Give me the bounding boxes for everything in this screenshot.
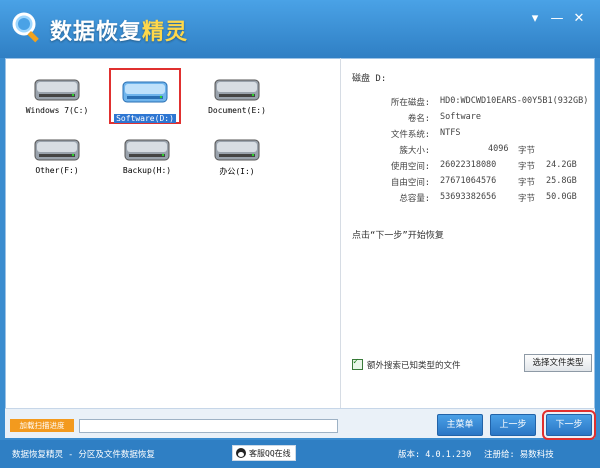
recovery-hint: 点击“下一步”开始恢复 [352,231,444,241]
info-value: 4096 [488,144,509,154]
info-unit: 字节 [518,146,536,156]
info-key: 文件系统: [390,130,430,140]
title-bar: 数据恢复精灵 ▾ — ✕ [0,0,600,58]
next-button[interactable]: 下一步 [542,410,596,440]
drive-list: Windows 7(C:) Software(D:) Document(E:) [5,58,335,408]
panel-divider [340,58,341,408]
info-unit: 字节 [518,162,536,172]
disk-title: 磁盘 D: [352,74,387,84]
minimize-button[interactable]: — [547,10,567,28]
drive-f[interactable]: Other(F:) [17,128,97,184]
scan-progress-bar [79,419,338,433]
info-key: 使用空间: [390,162,430,172]
info-unit: 字节 [518,194,536,204]
drive-label: Software(D:) [114,114,176,123]
app-title: 数据恢复精灵 [50,14,188,46]
info-key: 簇大小: [399,146,430,156]
info-value: NTFS [440,128,461,138]
drive-label: Windows 7(C:) [25,106,89,115]
hard-drive-icon [124,139,170,161]
app-title-prefix: 数据恢复 [50,20,143,45]
info-unit: 字节 [518,178,536,188]
app-title-suffix: 精灵 [142,20,189,45]
hard-drive-icon [214,79,260,101]
drive-label: Document(E:) [208,106,266,115]
drive-label: Backup(H:) [122,166,172,175]
info-size: 50.0GB [546,192,577,202]
qq-support-button[interactable]: 客服QQ在线 [232,445,296,461]
app-window: 数据恢复精灵 ▾ — ✕ Windows 7(C:) Software(D:) [0,0,600,468]
status-registered-to: 注册给: 易数科技 [484,450,554,460]
drive-i[interactable]: 办公(I:) [197,128,277,184]
info-key: 总容量: [399,194,430,204]
qq-penguin-icon [236,448,246,458]
drive-c[interactable]: Windows 7(C:) [17,68,97,124]
checkbox-checked-icon[interactable] [352,357,363,370]
info-value: 26022318080 [440,160,497,170]
status-bar: 数据恢复精灵 - 分区及文件数据恢复 客服QQ在线 版本: 4.0.1.230 … [0,440,600,468]
close-button[interactable]: ✕ [569,10,589,28]
drive-label: 办公(I:) [219,167,255,176]
info-key: 自由空间: [390,178,430,188]
disk-info-panel: 磁盘 D: 所在磁盘: HD0:WDCWD10EARS-00Y5B1(932GB… [344,58,594,408]
drive-e[interactable]: Document(E:) [197,68,277,124]
hard-drive-icon [122,81,168,103]
scan-progress-label: 加载扫描进度 [10,419,74,432]
drive-d[interactable]: Software(D:) [109,68,181,124]
qq-support-label: 客服QQ在线 [249,449,291,458]
info-size: 25.8GB [546,176,577,186]
info-value: Software [440,112,481,122]
info-key: 卷名: [407,114,430,124]
status-app-description: 数据恢复精灵 - 分区及文件数据恢复 [12,450,155,460]
extra-search-label: 额外搜索已知类型的文件 [367,361,461,371]
main-menu-button[interactable]: 主菜单 [437,414,483,436]
hard-drive-icon [214,139,260,161]
extra-search-option[interactable]: 额外搜索已知类型的文件 [352,357,461,371]
drive-h[interactable]: Backup(H:) [107,128,187,184]
prev-button[interactable]: 上一步 [490,414,536,436]
magnifier-logo-icon [12,12,39,43]
info-size: 24.2GB [546,160,577,170]
info-value: HD0:WDCWD10EARS-00Y5B1(932GB) [440,96,589,106]
menu-dropdown-icon[interactable]: ▾ [525,10,545,28]
hard-drive-icon [34,139,80,161]
status-version: 版本: 4.0.1.230 [398,450,472,460]
drive-label: Other(F:) [35,166,79,175]
info-key: 所在磁盘: [390,98,430,108]
info-value: 27671064576 [440,176,497,186]
hard-drive-icon [34,79,80,101]
info-value: 53693382656 [440,192,497,202]
select-file-type-button[interactable]: 选择文件类型 [524,354,592,372]
